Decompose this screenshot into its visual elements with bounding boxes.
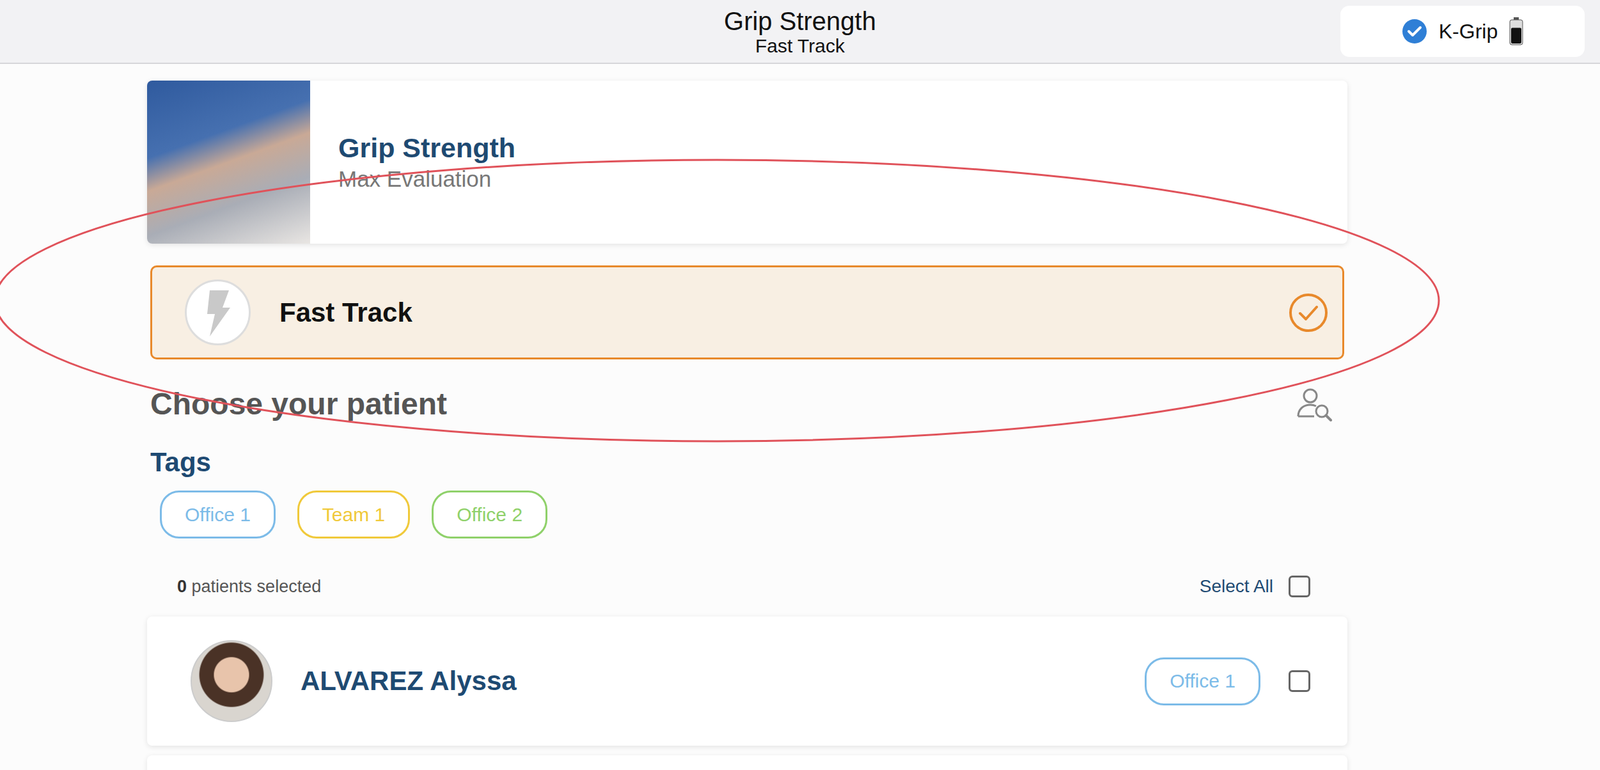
title-block: Grip StrengthFast Track [723, 7, 877, 57]
fast-track-label: Fast Track [279, 297, 1261, 329]
device-chip[interactable]: K-Grip [1340, 5, 1585, 57]
tag-filter[interactable]: Office 1 [159, 490, 276, 539]
select-all-checkbox[interactable] [1288, 575, 1311, 598]
exercise-subtitle: Max Evaluation [338, 166, 516, 192]
patient-avatar [190, 640, 273, 722]
patient-tag: Office 1 [1144, 657, 1261, 706]
section-title: Choose your patient [150, 386, 448, 422]
patient-section-header: Choose your patient [147, 386, 1348, 422]
exercise-photo [147, 80, 311, 244]
patient-row-partial[interactable] [147, 755, 1348, 770]
patient-row[interactable]: ALVAREZ Alyssa Office 1 [147, 616, 1348, 746]
select-all[interactable]: Select All [1199, 575, 1311, 598]
selected-count: 0 patients selected [177, 576, 322, 597]
exercise-text: Grip StrengthMax Evaluation [310, 132, 516, 192]
battery-icon [1509, 17, 1524, 46]
page-title: Grip Strength [723, 7, 877, 36]
patient-name: ALVAREZ Alyssa [300, 665, 1117, 697]
page-subtitle: Fast Track [755, 35, 845, 57]
app-screen: Grip StrengthFast TrackK-GripGrip Streng… [0, 0, 1600, 770]
tags-title: Tags [147, 447, 1348, 478]
selection-row: 0 patients selected Select All [147, 575, 1348, 598]
tag-filter[interactable]: Office 2 [431, 490, 548, 539]
device-name: K-Grip [1438, 19, 1498, 44]
lightning-icon [184, 278, 252, 346]
check-circle-icon [1288, 292, 1329, 333]
patient-checkbox[interactable] [1288, 670, 1311, 692]
fast-track-option[interactable]: Fast Track [150, 265, 1345, 360]
annotation-ellipse-icon [0, 0, 1600, 770]
content-column: Grip StrengthMax Evaluation Fast Track Cho… [147, 63, 1348, 770]
connected-check-icon [1401, 18, 1428, 45]
exercise-title: Grip Strength [338, 132, 516, 164]
exercise-card[interactable]: Grip StrengthMax Evaluation [147, 80, 1348, 244]
tag-list: Office 1 Team 1 Office 2 [147, 490, 1348, 539]
patient-actions: Office 1 [1144, 657, 1311, 706]
search-user-icon[interactable] [1296, 386, 1334, 422]
top-bar: Grip StrengthFast Track K-Grip [0, 0, 1600, 64]
tag-filter[interactable]: Team 1 [297, 490, 410, 539]
